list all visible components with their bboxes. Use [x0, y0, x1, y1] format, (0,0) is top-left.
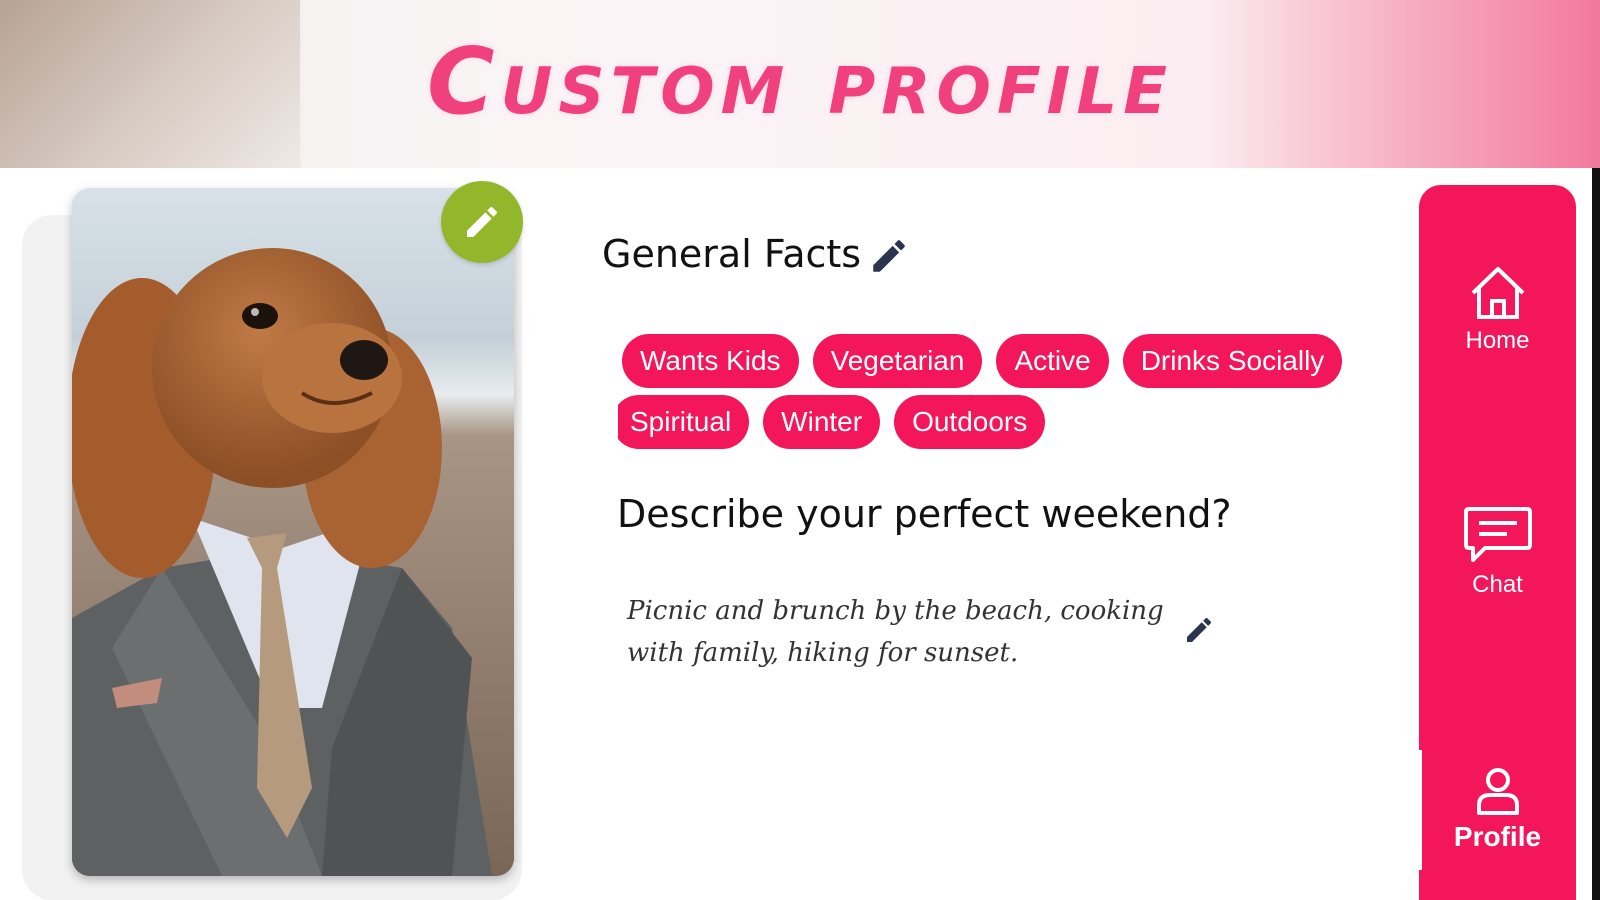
edit-facts-pencil-icon[interactable] — [868, 235, 910, 277]
edit-answer-pencil-icon[interactable] — [1183, 614, 1215, 646]
active-indicator — [1410, 750, 1422, 870]
chat-icon — [1463, 507, 1532, 562]
nav-profile-label: Profile — [1453, 821, 1542, 852]
home-icon — [1471, 267, 1524, 319]
tags-row-2: Spiritual Winter Outdoors — [618, 395, 1078, 449]
side-navigation: Home Chat Profile — [1419, 185, 1576, 900]
nav-profile[interactable]: Profile — [1419, 767, 1576, 853]
general-facts-title: General Facts — [602, 232, 862, 276]
pencil-icon — [467, 206, 498, 237]
nav-home-label: Home — [1465, 327, 1530, 354]
page-title: Custom profile — [427, 28, 1173, 135]
user-icon — [1476, 768, 1519, 815]
tag-outdoors[interactable]: Outdoors — [894, 395, 1046, 449]
tag-drinks-socially[interactable]: Drinks Socially — [1122, 334, 1343, 388]
tag-wants-kids[interactable]: Wants Kids — [622, 334, 799, 388]
tag-vegetarian[interactable]: Vegetarian — [812, 334, 983, 388]
profile-photo[interactable] — [72, 188, 514, 876]
prompt-question: Describe your perfect weekend? — [617, 492, 1232, 536]
tag-active[interactable]: Active — [996, 334, 1109, 388]
prompt-answer: Picnic and brunch by the beach, cooking … — [627, 596, 1164, 668]
nav-home[interactable]: Home — [1419, 265, 1576, 355]
window-edge — [1592, 168, 1600, 900]
edit-photo-button[interactable] — [441, 181, 523, 263]
tag-winter[interactable]: Winter — [763, 395, 881, 449]
nav-chat[interactable]: Chat — [1419, 505, 1576, 599]
nav-chat-label: Chat — [1472, 571, 1523, 598]
dog-in-suit-image — [72, 188, 514, 876]
tag-spiritual[interactable]: Spiritual — [618, 395, 750, 449]
tags-row-1: Wants Kids Vegetarian Active Drinks Soci… — [622, 334, 1372, 388]
header-banner: Custom profile — [0, 0, 1600, 168]
